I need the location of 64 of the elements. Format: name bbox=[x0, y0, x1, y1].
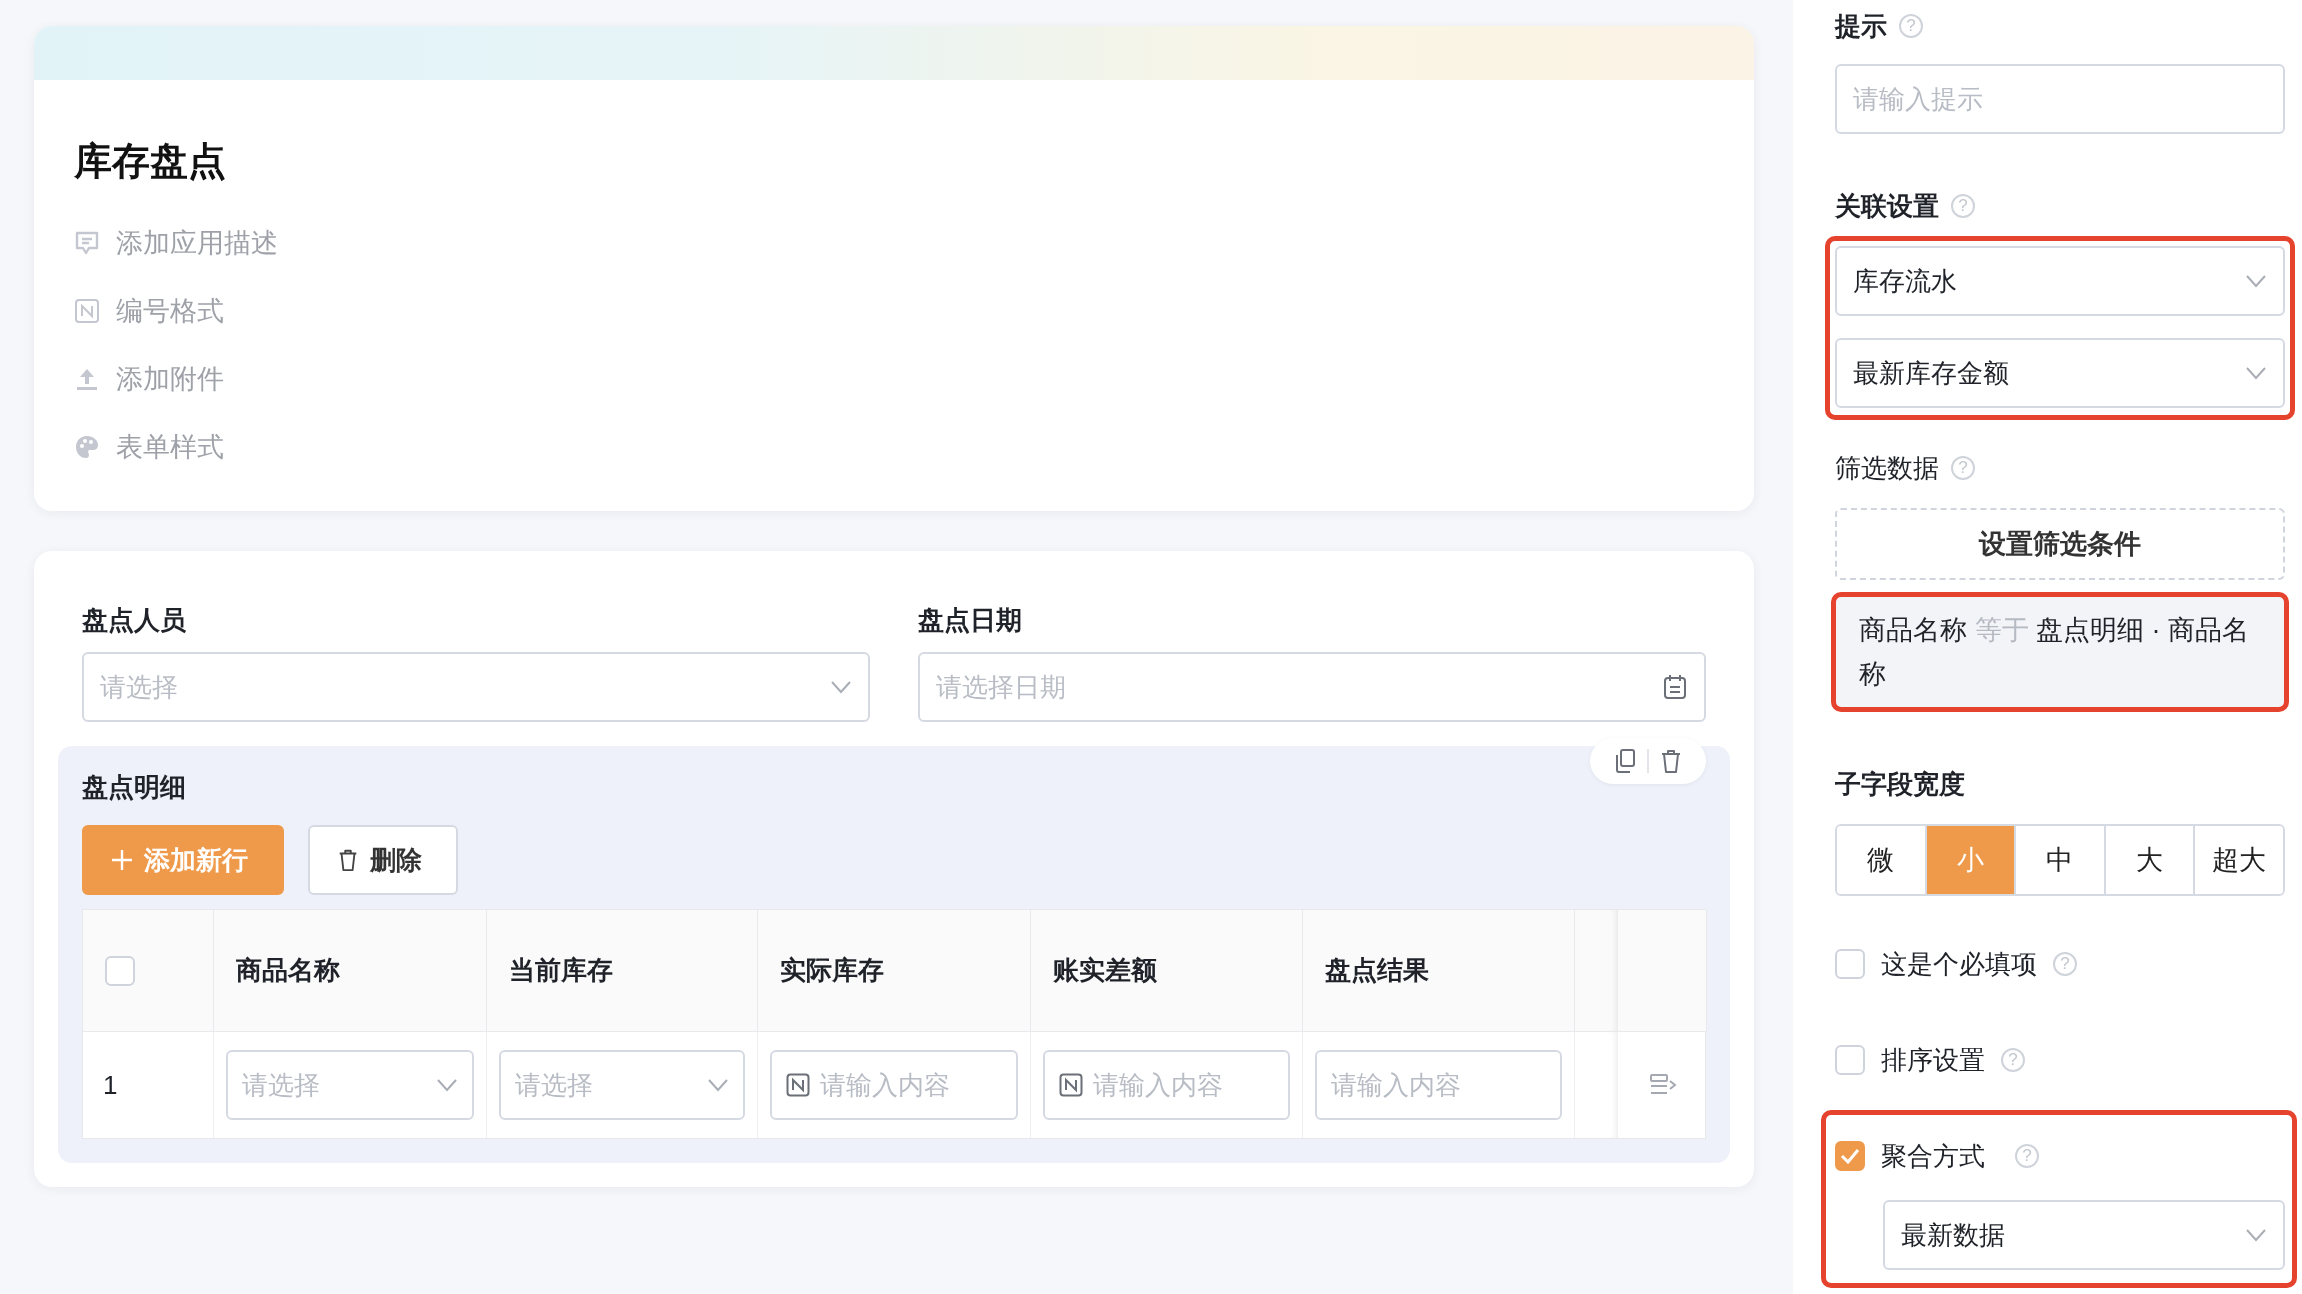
chevron-down-icon bbox=[830, 680, 852, 694]
chevron-down-icon bbox=[707, 1078, 729, 1092]
column-header: 实际库存 bbox=[758, 910, 1031, 1032]
trash-icon[interactable] bbox=[1659, 748, 1683, 774]
calendar-icon bbox=[1662, 674, 1688, 700]
add-row-button[interactable]: 添加新行 bbox=[82, 825, 284, 895]
section-label: 关联设置 bbox=[1835, 189, 1939, 223]
field-label: 盘点人员 bbox=[82, 604, 186, 637]
checkbox-label: 这是个必填项 bbox=[1881, 947, 2037, 981]
checkbox-label: 聚合方式 bbox=[1881, 1139, 1985, 1173]
help-icon[interactable]: ? bbox=[2015, 1144, 2039, 1168]
delete-button[interactable]: 删除 bbox=[308, 825, 458, 895]
field-label: 盘点日期 bbox=[918, 604, 1022, 637]
filter-condition: 商品名称 等于 盘点明细 · 商品名称 bbox=[1835, 596, 2285, 708]
chevron-down-icon bbox=[2245, 274, 2267, 288]
section-label: 提示 bbox=[1835, 9, 1887, 43]
select-field[interactable]: 库存流水 bbox=[1835, 246, 2285, 316]
select-field[interactable]: 最新数据 bbox=[1883, 1200, 2285, 1270]
help-icon[interactable]: ? bbox=[1899, 14, 1923, 38]
checkbox[interactable] bbox=[1835, 949, 1865, 979]
subform-title: 盘点明细 bbox=[82, 771, 186, 804]
input-field[interactable]: 请输入内容 bbox=[1043, 1050, 1290, 1120]
menu-link[interactable]: 表单样式 bbox=[116, 429, 224, 465]
column-header: 账实差额 bbox=[1031, 910, 1303, 1032]
column-header: 盘点结果 bbox=[1303, 910, 1575, 1032]
palette-icon bbox=[74, 434, 100, 460]
column-header: 当前库存 bbox=[487, 910, 758, 1032]
checkbox[interactable] bbox=[105, 955, 135, 986]
help-icon[interactable]: ? bbox=[1951, 456, 1975, 480]
segment-option[interactable]: 小 bbox=[1926, 826, 2017, 894]
copy-icon[interactable] bbox=[1613, 748, 1637, 774]
comment-icon bbox=[74, 230, 100, 256]
checkbox-label: 排序设置 bbox=[1881, 1043, 1985, 1077]
select-field[interactable]: 请选择 bbox=[82, 652, 870, 722]
select-field[interactable]: 请选择 bbox=[499, 1050, 745, 1120]
number-icon bbox=[786, 1073, 810, 1097]
checkbox[interactable] bbox=[1835, 1141, 1865, 1171]
help-icon[interactable]: ? bbox=[1951, 194, 1975, 218]
column-header: 商品名称 bbox=[214, 910, 487, 1032]
date-picker[interactable]: 请选择日期 bbox=[918, 652, 1706, 722]
section-label: 筛选数据 bbox=[1835, 451, 1939, 485]
input-field[interactable]: 请输入提示 bbox=[1835, 64, 2285, 134]
menu-link[interactable]: 添加附件 bbox=[116, 361, 224, 397]
chevron-down-icon bbox=[2245, 366, 2267, 380]
help-icon[interactable]: ? bbox=[2001, 1048, 2025, 1072]
chevron-down-icon bbox=[2245, 1228, 2267, 1242]
segment-option[interactable]: 微 bbox=[1837, 826, 1927, 894]
input-field[interactable]: 请输入内容 bbox=[770, 1050, 1018, 1120]
input-field[interactable]: 请输入内容 bbox=[1315, 1050, 1562, 1120]
menu-link[interactable]: 添加应用描述 bbox=[116, 225, 278, 261]
checkbox[interactable] bbox=[1835, 1045, 1865, 1075]
row-number: 1 bbox=[83, 1032, 214, 1138]
plus-icon bbox=[110, 848, 134, 872]
select-field[interactable]: 请选择 bbox=[226, 1050, 474, 1120]
chevron-down-icon bbox=[436, 1078, 458, 1092]
app-title: 库存盘点 bbox=[74, 139, 226, 184]
section-label: 子字段宽度 bbox=[1835, 767, 1965, 801]
menu-link[interactable]: 编号格式 bbox=[116, 293, 224, 329]
number-icon bbox=[1059, 1073, 1083, 1097]
filter-button[interactable]: 设置筛选条件 bbox=[1835, 508, 2285, 580]
select-field[interactable]: 最新库存金额 bbox=[1835, 338, 2285, 408]
checkmark-icon bbox=[1840, 1148, 1860, 1164]
help-icon[interactable]: ? bbox=[2053, 952, 2077, 976]
number-icon bbox=[74, 298, 100, 324]
